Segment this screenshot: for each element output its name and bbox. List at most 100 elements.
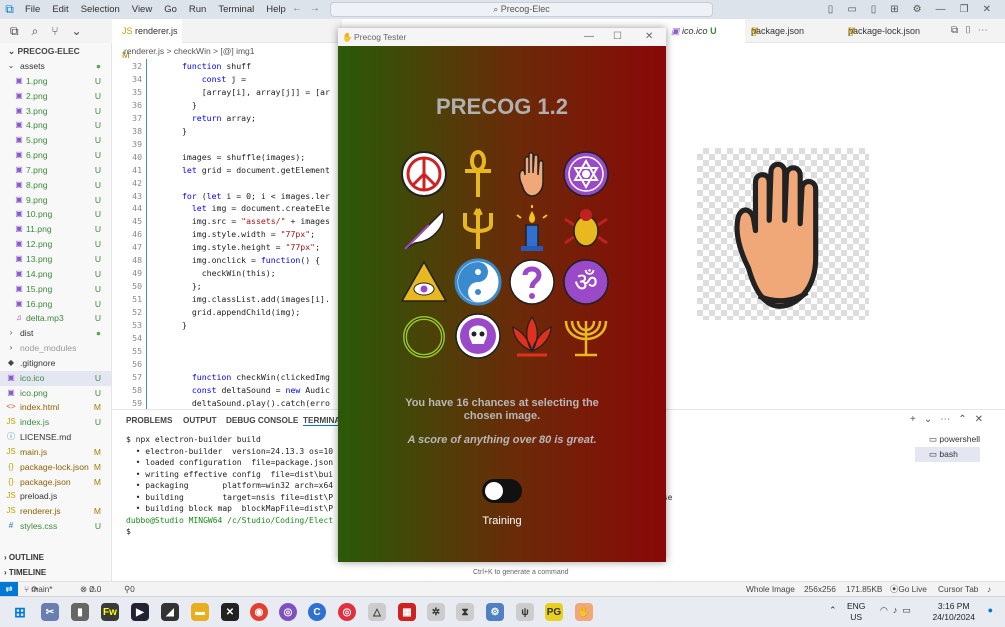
app-icon-car[interactable]: ◢ [161, 603, 179, 621]
skull-icon[interactable] [453, 311, 503, 361]
layout-secondary-icon[interactable]: ▯ [871, 4, 877, 15]
file-tree-item[interactable]: JS main.js M [0, 445, 111, 460]
trident-icon[interactable] [453, 203, 503, 253]
panel-actions-icon[interactable]: +⌄⋯⌃✕ [910, 414, 991, 425]
peace-sign-icon[interactable] [399, 149, 449, 199]
breadcrumb[interactable]: renderer.js > checkWin > [@] img1 [112, 43, 342, 59]
question-mark-icon[interactable] [507, 257, 557, 307]
ports-status[interactable]: ⚲ 0 [124, 582, 135, 597]
remote-icon[interactable]: ⇄ [0, 582, 18, 597]
app-close-icon[interactable]: ✕ [645, 28, 653, 46]
file-tree-item[interactable]: JS renderer.js M [0, 504, 111, 519]
app-icon-grid[interactable]: ▦ [398, 603, 416, 621]
file-tree-item[interactable]: ▣ 16.png U [0, 297, 111, 312]
app-icon-leaf[interactable]: ψ [516, 603, 534, 621]
restore-icon[interactable]: ❐ [960, 4, 969, 15]
file-tree-item[interactable]: ▣ 7.png U [0, 163, 111, 178]
tray-chevron-up-icon[interactable]: ⌃ [829, 605, 837, 616]
app-icon-capcut[interactable]: ✕ [221, 603, 239, 621]
menorah-icon[interactable] [561, 311, 611, 361]
precog-hand-icon[interactable]: ✋ [575, 603, 593, 621]
target-app-icon[interactable]: ◎ [338, 603, 356, 621]
layout-panel-icon[interactable]: ▭ [847, 4, 856, 15]
star-of-david-icon[interactable] [561, 149, 611, 199]
file-tree-item[interactable]: ⓘ LICENSE.md [0, 430, 111, 445]
customize-layout-icon[interactable]: ⊞ [890, 4, 898, 15]
file-tree-item[interactable]: JS index.js U [0, 415, 111, 430]
browser-c-icon[interactable]: C [308, 603, 326, 621]
minimize-icon[interactable]: — [936, 4, 946, 15]
file-tree-item[interactable]: # styles.css U [0, 519, 111, 534]
cursor-tab-status[interactable]: Cursor Tab [938, 582, 978, 597]
ouroboros-icon[interactable] [399, 311, 449, 361]
file-explorer-icon[interactable]: ▬ [191, 603, 209, 621]
timeline-section[interactable]: › TIMELINE [0, 566, 112, 581]
file-tree-item[interactable]: ▣ ico.ico U [0, 370, 111, 386]
file-tree-item[interactable]: {} package-lock.json M [0, 460, 111, 475]
taskbar-clock[interactable]: 3:16 PM 24/10/2024 [932, 601, 975, 623]
candle-icon[interactable] [507, 203, 557, 253]
tab-terminal[interactable]: TERMINA [303, 416, 341, 426]
chatgpt-icon[interactable]: ✲ [427, 603, 445, 621]
chevron-down-icon[interactable]: ⌄ [72, 24, 82, 38]
file-tree-item[interactable]: <> index.html M [0, 400, 111, 415]
menu-help[interactable]: Help [260, 4, 292, 15]
branch-status[interactable]: ⑂ main* ⟳ [24, 582, 53, 597]
notification-bell-icon[interactable]: ● [988, 605, 993, 615]
tab-problems[interactable]: PROBLEMS [126, 416, 172, 425]
source-control-icon[interactable]: ⑂ [51, 24, 58, 38]
image-view-mode[interactable]: Whole Image [746, 582, 795, 597]
eye-of-providence-icon[interactable] [399, 257, 449, 307]
hourglass-icon[interactable]: ⧗ [456, 603, 474, 621]
explorer-root-title[interactable]: ⌄ PRECOG-ELEC [0, 43, 111, 59]
unity-icon[interactable]: △ [368, 603, 386, 621]
terminal-item-powershell[interactable]: ▭ powershell [915, 432, 980, 447]
terminal-item-bash[interactable]: ▭ bash [915, 447, 981, 462]
search-icon[interactable]: ⌕ [32, 24, 39, 39]
menu-go[interactable]: Go [158, 4, 183, 15]
file-tree-item[interactable]: ▣ 14.png U [0, 267, 111, 282]
app-icon-terminal[interactable]: ▶ [131, 603, 149, 621]
settings-app-icon[interactable]: ⚙ [486, 603, 504, 621]
file-tree-item[interactable]: JS preload.js [0, 489, 111, 504]
file-tree-item[interactable]: ▣ ico.png U [0, 386, 111, 401]
close-icon[interactable]: ✕ [983, 4, 991, 15]
layout-sidebar-icon[interactable]: ▯ [828, 4, 834, 15]
app-icon-pg[interactable]: PG [545, 603, 563, 621]
file-tree-item[interactable]: › node_modules [0, 341, 111, 356]
file-tree-item[interactable]: ▣ 13.png U [0, 252, 111, 267]
file-tree-item[interactable]: {} package.json M [0, 475, 111, 490]
nav-arrows-icon[interactable]: ←→ [292, 3, 328, 14]
explorer-icon[interactable]: ⧉ [10, 24, 19, 39]
menu-file[interactable]: File [19, 4, 46, 15]
file-tree-item[interactable]: ◆ .gitignore [0, 356, 111, 371]
language-indicator[interactable]: ENG US [847, 601, 865, 623]
snipping-tool-icon[interactable]: ✂ [41, 603, 59, 621]
file-tree-item[interactable]: ▣ 1.png U [0, 74, 111, 89]
tab-renderer-js[interactable]: JS renderer.js M [112, 19, 182, 60]
yin-yang-icon[interactable] [453, 257, 503, 307]
app-minimize-icon[interactable]: — [584, 28, 594, 46]
notifications-bell-icon[interactable]: ♪ [987, 582, 991, 597]
menu-terminal[interactable]: Terminal [212, 4, 260, 15]
code-editor[interactable]: 32 function shuff 34 const j = 35 [array[i… [112, 59, 338, 409]
editor-actions-icon[interactable]: ⧉▯⋯ [951, 19, 994, 43]
file-tree-item[interactable]: ▣ 8.png U [0, 178, 111, 193]
file-tree-item[interactable]: ▣ 5.png U [0, 133, 111, 148]
feather-quill-icon[interactable] [399, 203, 449, 253]
file-tree-item[interactable]: ▣ 2.png U [0, 89, 111, 104]
problems-status[interactable]: ⊗ 0 ⚠ 0 [80, 582, 101, 597]
tray-wifi-volume-battery-icon[interactable]: ◠♪▭ [880, 605, 916, 616]
file-tree-item[interactable]: ▣ 6.png U [0, 148, 111, 163]
app-icon-usb[interactable]: ▮ [71, 603, 89, 621]
app-icon-fw[interactable]: Fw [101, 603, 119, 621]
github-icon[interactable]: ◎ [279, 603, 297, 621]
hand-icon[interactable] [507, 149, 557, 199]
file-tree-item[interactable]: ▣ 11.png U [0, 222, 111, 237]
om-symbol-icon[interactable]: ॐ [561, 257, 611, 307]
file-tree-item[interactable]: ▣ 15.png U [0, 282, 111, 297]
chrome-icon[interactable]: ◉ [250, 603, 268, 621]
menu-view[interactable]: View [126, 4, 158, 15]
file-tree-item[interactable]: ▣ 4.png U [0, 118, 111, 133]
training-toggle[interactable] [482, 479, 522, 503]
